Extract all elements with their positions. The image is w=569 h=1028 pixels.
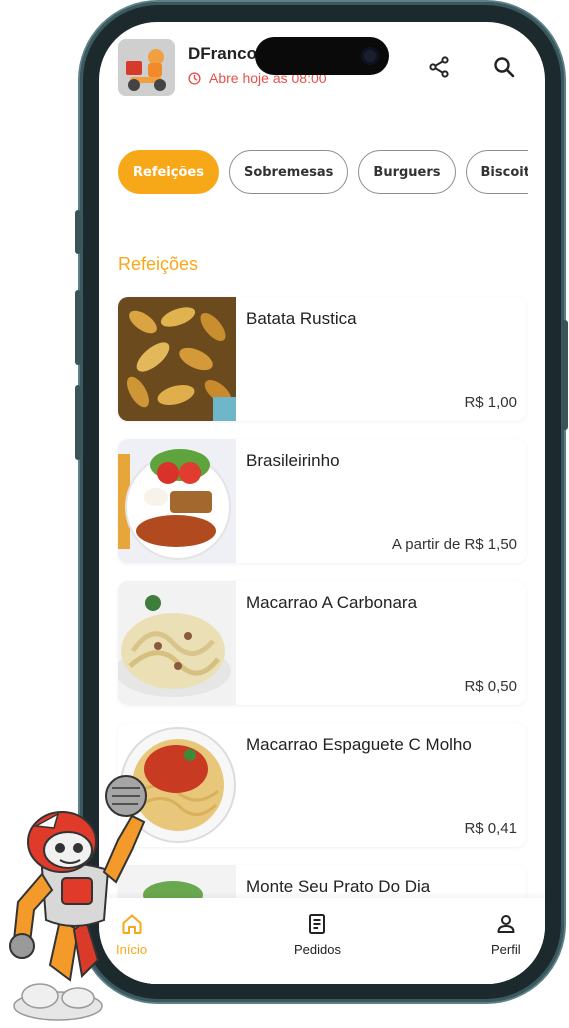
store-logo [118,39,175,96]
product-name: Brasileirinho [246,451,340,470]
section-title: Refeições [118,254,199,274]
product-card[interactable]: Brasileirinho A partir de R$ 1,50 [118,439,526,563]
product-price: A partir de R$ 1,50 [391,536,517,553]
product-name: Macarrao A Carbonara [246,593,418,612]
product-image [118,297,236,421]
category-chip-burguers[interactable]: Burguers [358,150,456,194]
category-chip-refeicoes[interactable]: Refeições [118,150,219,194]
share-button[interactable] [424,52,454,82]
phone-power-button [562,320,568,430]
product-image [118,439,236,563]
product-image [118,581,236,705]
nav-profile[interactable]: Perfil [491,912,521,957]
camera-icon [361,47,379,65]
nav-orders[interactable]: Pedidos [294,912,341,957]
search-icon [494,57,515,78]
dynamic-island [255,37,389,75]
nav-orders-label: Pedidos [294,942,341,957]
product-name: Macarrao Espaguete C Molho [246,735,472,754]
product-list: Batata Rustica R$ 1,00 Brasileirinho A p [118,297,526,984]
product-card[interactable]: Macarrao Espaguete C Molho R$ 0,41 [118,723,526,847]
receipt-icon [309,914,326,934]
app-screen: DFranco Abre hoje as 08:00 Refeições Sob… [99,22,545,984]
product-name: Monte Seu Prato Do Dia [246,877,431,896]
phone-volume-down [75,385,81,460]
product-price: R$ 1,00 [464,394,517,411]
bottom-navigation: Início Pedidos Perfil [99,898,545,984]
product-price: R$ 0,41 [464,820,517,837]
share-icon [429,56,449,78]
nav-profile-label: Perfil [491,942,521,957]
product-card[interactable]: Macarrao A Carbonara R$ 0,50 [118,581,526,705]
search-button[interactable] [489,52,519,82]
mascot-illustration [0,770,160,1024]
phone-volume-up [75,290,81,365]
product-price: R$ 0,50 [464,678,517,695]
product-card[interactable]: Batata Rustica R$ 1,00 [118,297,526,421]
category-tabs: RefeiçõesSobremesasBurguersBiscoitos [118,150,528,200]
category-chip-biscoitos[interactable]: Biscoitos [465,150,528,194]
product-name: Batata Rustica [246,309,357,328]
store-name: DFranco [188,44,257,63]
user-icon [497,915,515,933]
clock-icon [188,71,201,85]
phone-side-button [75,210,81,254]
category-chip-sobremesas[interactable]: Sobremesas [228,150,349,194]
